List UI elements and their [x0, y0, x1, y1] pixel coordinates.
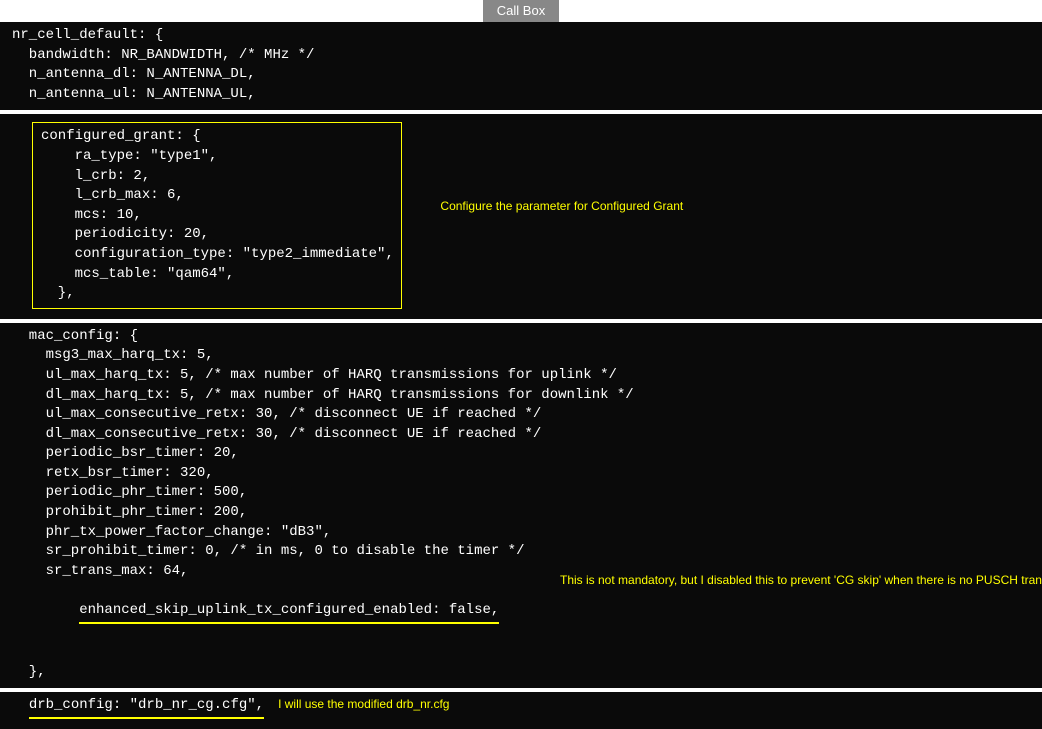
- code-line: configuration_type: "type2_immediate",: [41, 245, 393, 265]
- code-line: mcs_table: "qam64",: [41, 265, 393, 285]
- code-line: l_crb: 2,: [41, 167, 393, 187]
- code-line: mac_config: {: [12, 327, 1030, 347]
- annotation-configured-grant: Configure the parameter for Configured G…: [440, 198, 683, 215]
- tab-bar: Call Box: [0, 0, 1042, 22]
- annotation-drb-config: I will use the modified drb_nr.cfg: [278, 697, 449, 711]
- code-line: retx_bsr_timer: 320,: [12, 464, 1030, 484]
- code-line: ul_max_harq_tx: 5, /* max number of HARQ…: [12, 366, 1030, 386]
- underline-drb-config: drb_config: "drb_nr_cg.cfg",: [29, 696, 264, 719]
- code-line: prohibit_phr_timer: 200,: [12, 503, 1030, 523]
- code-line: mcs: 10,: [41, 206, 393, 226]
- code-line: ra_type: "type1",: [41, 147, 393, 167]
- code-line: ul_max_consecutive_retx: 30, /* disconne…: [12, 405, 1030, 425]
- configured-grant-box: configured_grant: { ra_type: "type1", l_…: [32, 122, 402, 308]
- code-line: nr_cell_default: {: [12, 26, 1030, 46]
- code-line: n_antenna_ul: N_ANTENNA_UL,: [12, 85, 1030, 105]
- code-line: l_crb_max: 6,: [41, 186, 393, 206]
- code-line: msg3_max_harq_tx: 5,: [12, 346, 1030, 366]
- panel-configured-grant: configured_grant: { ra_type: "type1", l_…: [0, 114, 1042, 322]
- code-line: configured_grant: {: [41, 127, 393, 147]
- code-line: bandwidth: NR_BANDWIDTH, /* MHz */: [12, 46, 1030, 66]
- code-line: periodicity: 20,: [41, 225, 393, 245]
- code-line: n_antenna_dl: N_ANTENNA_DL,: [12, 65, 1030, 85]
- indent: [46, 602, 80, 618]
- indent: [12, 697, 29, 713]
- code-line-enhanced-skip: enhanced_skip_uplink_tx_configured_enabl…: [12, 581, 1030, 662]
- panel-drb-config: drb_config: "drb_nr_cg.cfg", I will use t…: [0, 692, 1042, 729]
- code-line: periodic_bsr_timer: 20,: [12, 444, 1030, 464]
- code-line: dl_max_harq_tx: 5, /* max number of HARQ…: [12, 386, 1030, 406]
- underline-enhanced-skip: enhanced_skip_uplink_tx_configured_enabl…: [79, 601, 499, 624]
- code-line: periodic_phr_timer: 500,: [12, 483, 1030, 503]
- code-line: },: [12, 663, 1030, 683]
- panel-nr-cell-default: nr_cell_default: { bandwidth: NR_BANDWID…: [0, 22, 1042, 114]
- tab-call-box[interactable]: Call Box: [483, 0, 559, 22]
- annotation-enhanced-skip: This is not mandatory, but I disabled th…: [560, 573, 1030, 589]
- code-line: phr_tx_power_factor_change: "dB3",: [12, 523, 1030, 543]
- code-line: },: [41, 284, 393, 304]
- code-line: sr_prohibit_timer: 0, /* in ms, 0 to dis…: [12, 542, 1030, 562]
- code-line: dl_max_consecutive_retx: 30, /* disconne…: [12, 425, 1030, 445]
- panel-mac-config: mac_config: { msg3_max_harq_tx: 5, ul_ma…: [0, 323, 1042, 693]
